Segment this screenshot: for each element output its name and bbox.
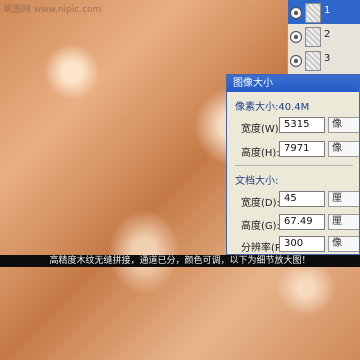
eye-icon[interactable]	[290, 55, 302, 67]
resolution-row: 分辨率(R): 300 像	[235, 236, 359, 254]
marble-texture-detail	[0, 267, 360, 360]
document-size-label: 文档大小:	[235, 176, 279, 187]
pixel-dimensions-label: 像素大小:40.4M	[235, 102, 310, 113]
layers-panel: 1 2 3	[287, 0, 360, 74]
resolution-input[interactable]: 300	[279, 236, 325, 252]
layer-label: 3	[324, 53, 331, 64]
image-size-dialog: 图像大小 像素大小:40.4M 宽度(W): 5315 像 高度(H): 797…	[226, 74, 360, 255]
watermark: 昵图网 www.nipic.com	[4, 5, 102, 15]
doc-height-label: 高度(G):	[241, 221, 280, 232]
doc-height-unit-select[interactable]: 厘	[328, 214, 359, 230]
doc-width-row: 宽度(D): 45 厘	[235, 191, 359, 209]
doc-width-unit-select[interactable]: 厘	[328, 191, 359, 207]
group-divider	[235, 165, 353, 166]
pixel-width-label: 宽度(W):	[241, 124, 283, 135]
pixel-height-input[interactable]: 7971	[279, 141, 325, 157]
layer-thumbnail	[305, 3, 321, 23]
pixel-width-row: 宽度(W): 5315 像	[235, 117, 359, 135]
pixel-height-unit-select[interactable]: 像	[328, 141, 359, 157]
layer-thumbnail	[305, 51, 321, 71]
dialog-title: 图像大小	[233, 78, 273, 89]
doc-height-input[interactable]: 67.49	[279, 214, 325, 230]
resolution-unit-select[interactable]: 像	[328, 236, 359, 252]
doc-height-row: 高度(G): 67.49 厘	[235, 214, 359, 232]
caption-text: 高精度木纹无缝拼接，通道已分，颜色可调，以下为细节放大图！	[49, 256, 311, 266]
pixel-height-row: 高度(H): 7971 像	[235, 141, 359, 159]
pixel-width-input[interactable]: 5315	[279, 117, 325, 133]
layer-label: 2	[324, 29, 331, 40]
doc-width-label: 宽度(D):	[241, 198, 280, 209]
layer-row[interactable]: 3	[288, 48, 360, 72]
caption-bar: 高精度木纹无缝拼接，通道已分，颜色可调，以下为细节放大图！	[0, 255, 360, 267]
dialog-titlebar[interactable]: 图像大小	[227, 75, 359, 92]
pixel-width-unit-select[interactable]: 像	[328, 117, 359, 133]
eye-icon[interactable]	[290, 7, 302, 19]
layer-thumbnail	[305, 27, 321, 47]
pixel-height-label: 高度(H):	[241, 148, 280, 159]
layer-row[interactable]: 1	[288, 0, 360, 24]
layer-row[interactable]: 2	[288, 24, 360, 48]
doc-width-input[interactable]: 45	[279, 191, 325, 207]
eye-icon[interactable]	[290, 31, 302, 43]
layer-label: 1	[324, 5, 331, 16]
